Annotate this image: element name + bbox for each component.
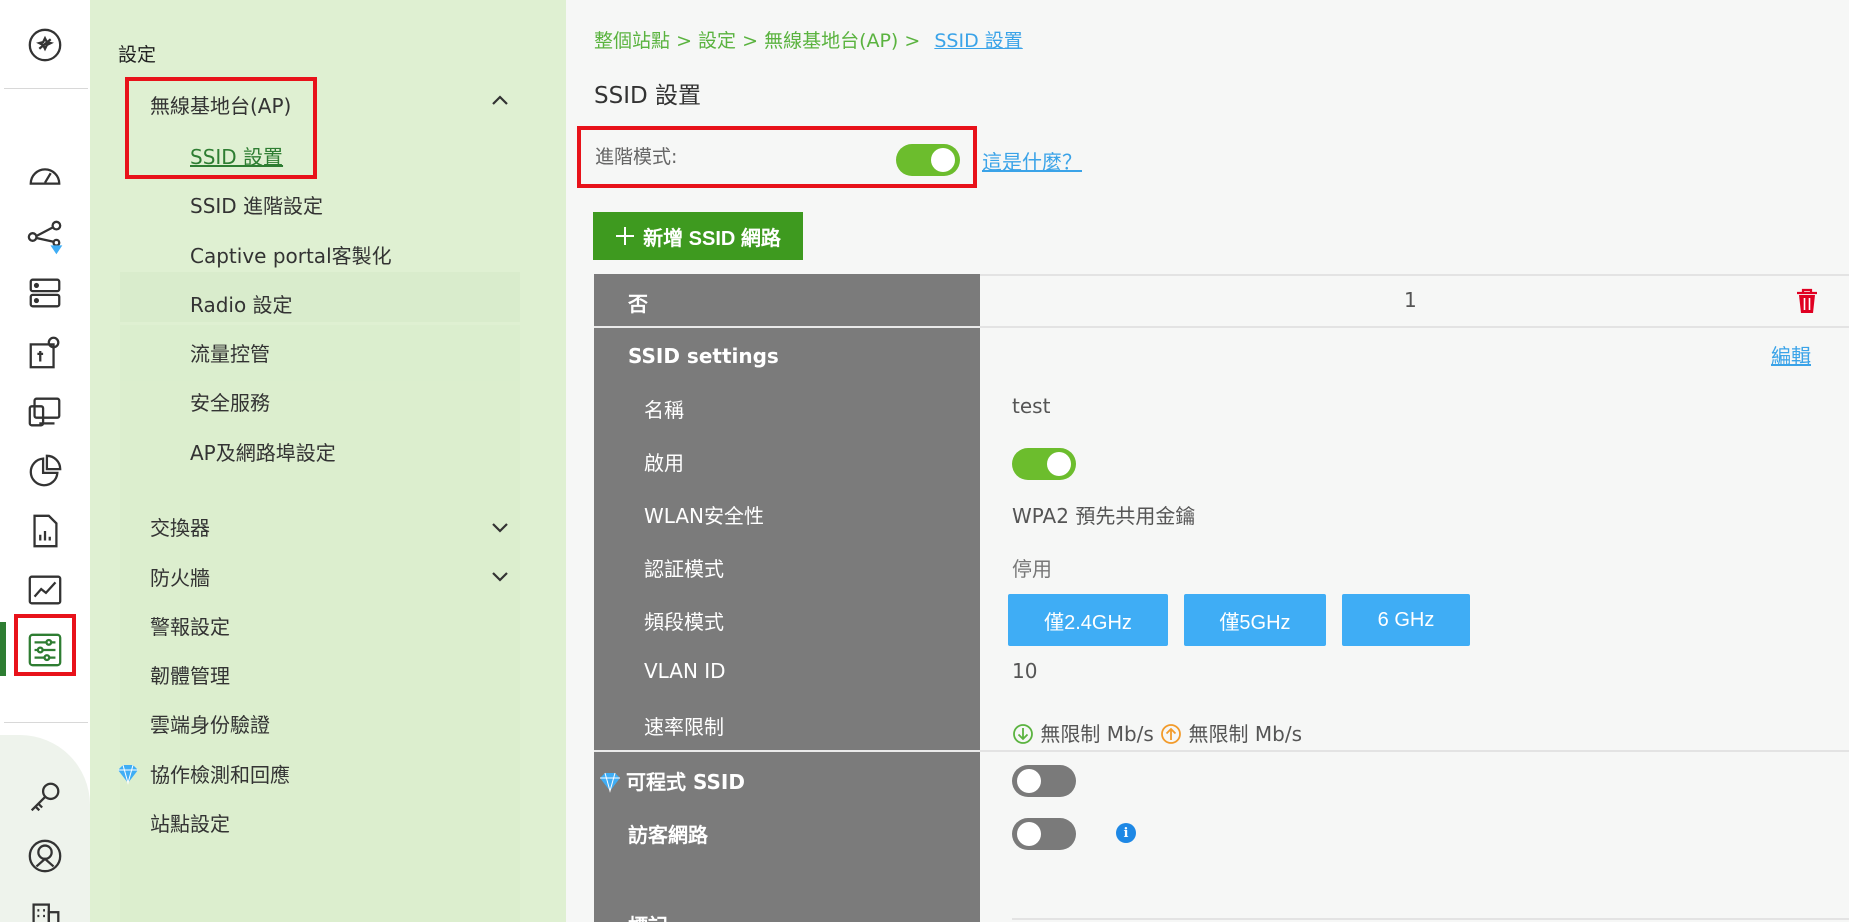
chevron-down-icon[interactable] (490, 517, 510, 537)
support-globe-icon[interactable] (22, 833, 68, 879)
value-rate-limit: 無限制 Mb/s 無限制 Mb/s (1012, 718, 1302, 747)
breadcrumb-separator: > (742, 30, 759, 52)
server-icon[interactable] (22, 270, 68, 316)
menu-item-site-settings[interactable]: 站點設定 (150, 808, 230, 837)
programmable-ssid-text: 可程式 SSID (626, 770, 745, 794)
band-24ghz-button[interactable]: 僅2.4GHz (1008, 594, 1168, 646)
download-arrow-icon (1013, 724, 1033, 744)
building-icon[interactable] (22, 893, 68, 922)
menu-item-cloud-auth[interactable]: 雲端身份驗證 (150, 709, 270, 738)
menu-title: 設定 (118, 44, 157, 66)
band-5ghz-button[interactable]: 僅5GHz (1184, 594, 1326, 646)
ssid-table-label-column: 否 SSID settings 名稱 啟用 WLAN安全性 認証模式 頻段模式 … (594, 274, 980, 922)
label-tag: 標記 (628, 910, 668, 922)
brand-logo-icon[interactable] (22, 22, 68, 68)
main-content: 整個站點 > 設定 > 無線基地台(AP) > SSID 設置 SSID 設置 … (566, 0, 1849, 922)
upload-arrow-icon (1161, 724, 1182, 744)
label-enable: 啟用 (644, 451, 684, 475)
value-vlan-id: 10 (1012, 659, 1038, 683)
ssid-table: 否 SSID settings 名稱 啟用 WLAN安全性 認証模式 頻段模式 … (594, 274, 1849, 922)
label-vlan-id: VLAN ID (644, 659, 726, 683)
ssid-table-value-column: 1 編輯 test WPA2 預先共用金鑰 停用 僅2.4GHz 僅5GHz 6… (980, 274, 1849, 922)
breadcrumb: 整個站點 > 設定 > 無線基地台(AP) > SSID 設置 (594, 26, 1023, 53)
rate-up-value: 無限制 Mb/s (1188, 722, 1303, 746)
breadcrumb-ap[interactable]: 無線基地台(AP) (764, 30, 898, 52)
report-icon[interactable] (22, 508, 68, 554)
add-ssid-button[interactable]: 新增 SSID 網路 (593, 212, 803, 260)
guest-network-toggle[interactable] (1012, 818, 1076, 850)
value-name: test (1012, 394, 1051, 418)
topology-icon[interactable] (22, 214, 68, 260)
ssid-number: 1 (1404, 288, 1417, 312)
row-divider (980, 274, 1849, 276)
rate-down-value: 無限制 Mb/s (1040, 722, 1154, 746)
advanced-mode-help-link[interactable]: 這是什麼？ (982, 146, 1082, 175)
advanced-mode-label: 進階模式: (595, 146, 678, 168)
value-wlan-security: WPA2 預先共用金鑰 (1012, 504, 1196, 528)
site-map-icon[interactable] (22, 329, 68, 375)
menu-subitem-ssid-settings[interactable]: SSID 設置 (190, 141, 283, 170)
page-title: SSID 設置 (594, 83, 702, 109)
rail-active-indicator (0, 622, 6, 676)
menu-item-alerts[interactable]: 警報設定 (150, 611, 230, 640)
menu-subitem-radio[interactable]: Radio 設定 (190, 289, 293, 318)
advanced-mode-toggle[interactable] (896, 144, 960, 176)
menu-subitem-captive-portal[interactable]: Captive portal客製化 (190, 240, 392, 269)
menu-item-collab-label: 協作檢測和回應 (150, 763, 290, 787)
label-name: 名稱 (644, 398, 684, 422)
pie-chart-icon[interactable] (22, 448, 68, 494)
row-divider (980, 750, 1849, 752)
chevron-up-icon[interactable] (490, 90, 510, 110)
edit-link[interactable]: 編輯 (1771, 340, 1811, 369)
key-icon[interactable] (22, 775, 68, 821)
section-ssid-settings: SSID settings (628, 344, 779, 368)
line-chart-icon[interactable] (22, 567, 68, 613)
value-auth-mode: 停用 (1012, 557, 1052, 581)
breadcrumb-current[interactable]: SSID 設置 (934, 30, 1022, 52)
label-wlan-security: WLAN安全性 (644, 504, 765, 528)
row-head-no: 否 (628, 292, 648, 316)
breadcrumb-settings[interactable]: 設定 (698, 30, 736, 52)
rail-divider (4, 88, 88, 89)
breadcrumb-site[interactable]: 整個站點 (594, 30, 670, 52)
dashboard-gauge-icon[interactable] (22, 153, 68, 199)
rail-highlight-box (14, 614, 76, 676)
menu-subitem-ap-ports[interactable]: AP及網路埠設定 (190, 437, 336, 466)
label-rate-limit: 速率限制 (644, 715, 724, 739)
breadcrumb-separator: > (676, 30, 692, 52)
breadcrumb-separator: > (904, 30, 921, 52)
row-divider (594, 326, 980, 328)
settings-menu-panel: 設定 無線基地台(AP) SSID 設置 SSID 進階設定 Captive p… (90, 0, 566, 922)
label-guest-network: 訪客網路 (628, 823, 708, 847)
label-auth-mode: 認証模式 (644, 557, 724, 581)
ssid-enable-toggle[interactable] (1012, 448, 1076, 480)
diamond-icon (118, 764, 138, 785)
menu-item-switch[interactable]: 交換器 (150, 512, 210, 541)
label-programmable-ssid: 可程式 SSID (598, 766, 745, 795)
trash-icon[interactable] (1795, 288, 1819, 314)
row-divider (594, 750, 980, 752)
devices-icon[interactable] (22, 389, 68, 435)
label-band-mode: 頻段模式 (644, 610, 724, 634)
band-6ghz-button[interactable]: 6 GHz (1342, 594, 1470, 646)
menu-item-collab-detection[interactable]: 協作檢測和回應 (116, 759, 290, 788)
rail-divider-bottom (4, 722, 88, 723)
info-icon[interactable]: i (1116, 823, 1136, 843)
menu-subitem-ssid-advanced[interactable]: SSID 進階設定 (190, 190, 323, 219)
programmable-ssid-toggle[interactable] (1012, 765, 1076, 797)
menu-subitem-security[interactable]: 安全服務 (190, 387, 270, 416)
menu-subitem-traffic[interactable]: 流量控管 (190, 338, 270, 367)
add-ssid-label: 新增 SSID 網路 (643, 227, 781, 250)
app-root: 設定 無線基地台(AP) SSID 設置 SSID 進階設定 Captive p… (0, 0, 1849, 922)
row-divider (1012, 918, 1849, 920)
menu-item-firewall[interactable]: 防火牆 (150, 562, 210, 591)
diamond-icon (600, 772, 620, 793)
icon-rail (0, 0, 90, 922)
row-divider (980, 326, 1849, 328)
plus-icon (616, 227, 635, 245)
menu-item-firmware[interactable]: 韌體管理 (150, 660, 230, 689)
chevron-down-icon[interactable] (490, 566, 510, 586)
